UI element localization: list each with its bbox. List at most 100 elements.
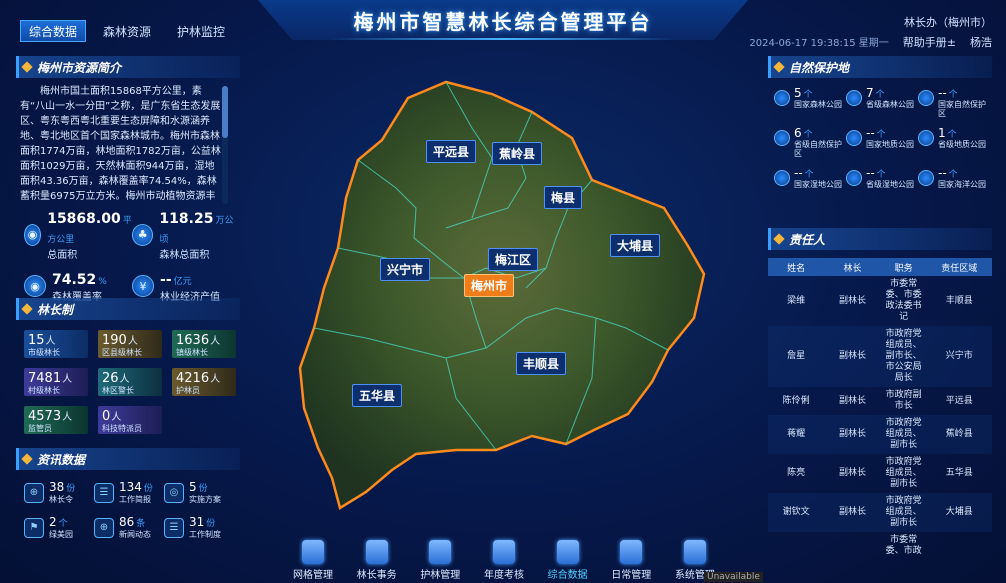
nature-item[interactable]: -- 个国家自然保护区: [918, 86, 990, 118]
page-title: 梅州市智慧林长综合管理平台: [353, 9, 653, 34]
table-row[interactable]: 詹星 副林长 市政府党组成员、副市长、市公安局局长 兴宁市: [768, 326, 992, 387]
county-label-xingning[interactable]: 兴宁市: [380, 258, 431, 281]
nature-item[interactable]: 1 个省级地质公园: [918, 126, 990, 158]
top-tabs: 综合数据 森林资源 护林监控: [20, 20, 234, 42]
chief-system-panel: 林长制 15人 市级林长 190人 区县级林长 1636人 镇级林长 7481人 村级林…: [16, 298, 240, 438]
county-label-jiaoling[interactable]: 蕉岭县: [492, 142, 543, 165]
cell-name: [768, 532, 824, 560]
chief-card[interactable]: 4573人 监管员: [24, 406, 88, 434]
cell-chief: 副林长: [824, 493, 881, 532]
panel-header: 梅州市资源简介: [16, 56, 240, 78]
nature-item[interactable]: 5 个国家森林公园: [774, 86, 846, 118]
city-map[interactable]: 平远县 蕉岭县 梅县 大埔县 梅江区 兴宁市 梅州市 丰顺县 五华县: [296, 78, 710, 512]
scrollbar-thumb[interactable]: [222, 86, 228, 138]
col-chief: 林长: [824, 258, 881, 276]
nature-item[interactable]: 7 个省级森林公园: [846, 86, 918, 118]
wetland-icon: [846, 170, 862, 186]
table-row[interactable]: 谢钦文 副林长 市政府党组成员、副市长 大埔县: [768, 493, 992, 532]
county-label-pingyuan[interactable]: 平远县: [426, 140, 477, 163]
header-user-area: 林长办（梅州市） 2024-06-17 19:38:15 星期一 帮助手册± 杨…: [749, 14, 992, 50]
chief-card[interactable]: 15人 市级林长: [24, 330, 88, 358]
nav-annual-assessment[interactable]: 年度考核: [475, 540, 533, 583]
county-label-wuhua[interactable]: 五华县: [352, 384, 403, 407]
county-label-meixian[interactable]: 梅县: [544, 186, 583, 209]
nature-unit: 个: [947, 130, 957, 140]
news-grid: ⊕ 38 份林长令 ☰ 134 份工作简报 ◎ 5 份实施方案 ⚑ 2 个绿美园 ⊕ 86 条新闻动…: [16, 480, 240, 540]
nature-value: --: [866, 166, 875, 180]
news-item[interactable]: ◎ 5 份实施方案: [164, 480, 234, 505]
table-row[interactable]: 市委常委、市政: [768, 532, 992, 560]
nature-item[interactable]: -- 个省级湿地公园: [846, 166, 918, 189]
tab-forest-monitoring[interactable]: 护林监控: [168, 20, 234, 42]
cell-name: 梁维: [787, 295, 806, 306]
news-label: 新闻动态: [119, 530, 151, 539]
chief-card[interactable]: 26人 林区警长: [98, 368, 162, 396]
stat-label: 总面积: [47, 250, 78, 261]
nature-item[interactable]: -- 个国家地质公园: [846, 126, 918, 158]
user-org[interactable]: 林长办（梅州市）: [749, 14, 992, 30]
table-row[interactable]: 梁维 副林长 市委常委、市委政法委书记 丰顺县: [768, 276, 992, 326]
county-label-dabu[interactable]: 大埔县: [610, 234, 661, 257]
stat-unit: %: [98, 277, 107, 287]
county-label-meijiang[interactable]: 梅江区: [488, 248, 539, 271]
cell-area: 兴宁市: [926, 326, 992, 387]
tab-overview[interactable]: 综合数据: [20, 20, 86, 42]
diamond-icon: [773, 61, 785, 73]
intro-scrollbar[interactable]: [222, 86, 228, 204]
cell-chief: 副林长: [838, 468, 866, 478]
news-item[interactable]: ☰ 134 份工作简报: [94, 480, 164, 505]
table-row[interactable]: 陈伶俐 副林长 市政府副市长 平远县: [768, 387, 992, 415]
shield-icon: [429, 540, 452, 564]
cell-area: 蕉岭县: [926, 415, 992, 454]
news-item[interactable]: ☰ 31 份工作制度: [164, 515, 234, 540]
news-value: 86: [119, 515, 135, 529]
chief-card[interactable]: 190人 区县级林长: [98, 330, 162, 358]
news-item[interactable]: ⊕ 38 份林长令: [24, 480, 94, 505]
city-label-meizhou[interactable]: 梅州市: [464, 274, 515, 297]
cell-duty: 市政府党组成员、副市长、市公安局局长: [880, 326, 927, 387]
county-label-fengshun[interactable]: 丰顺县: [516, 352, 567, 375]
card-label: 林区警长: [102, 386, 134, 395]
chief-card[interactable]: 4216人 护林员: [172, 368, 236, 396]
nav-grid-management[interactable]: 网格管理: [284, 540, 342, 583]
nav-forest-protection[interactable]: 护林管理: [411, 540, 469, 583]
nav-overview-data[interactable]: 综合数据: [539, 540, 597, 583]
title-bar: 梅州市智慧林长综合管理平台: [258, 0, 748, 40]
cell-chief: 副林长: [838, 295, 866, 306]
mountain-icon: [846, 130, 862, 146]
chief-card[interactable]: 0人 科技特派员: [98, 406, 162, 434]
table-row[interactable]: 蒋耀 副林长 市政府党组成员、副市长 蕉岭县: [768, 415, 992, 454]
cell-area: [927, 532, 992, 560]
stat-value: 15868.00: [47, 211, 121, 227]
tab-forest-resources[interactable]: 森林资源: [94, 20, 160, 42]
header: 梅州市智慧林长综合管理平台 综合数据 森林资源 护林监控 林长办（梅州市） 20…: [0, 0, 1006, 50]
news-label: 林长令: [49, 495, 73, 504]
cell-chief: 副林长: [838, 395, 866, 406]
news-unit: 个: [58, 519, 68, 529]
nature-item[interactable]: -- 个国家湿地公园: [774, 166, 846, 189]
table-row[interactable]: 陈亮 副林长 市政府党组成员、副市长 五华县: [768, 454, 992, 493]
card-value: 190: [102, 333, 127, 348]
nature-label: 国家海洋公园: [938, 180, 986, 189]
chief-card[interactable]: 1636人 镇级林长: [172, 330, 236, 358]
cell-duty: 市委常委、市委政法委书记: [885, 279, 922, 322]
cell-name: 陈亮: [787, 468, 806, 478]
help-manual-link[interactable]: 帮助手册±: [903, 34, 956, 50]
nature-unit: 个: [876, 170, 886, 180]
cell-duty: 市政府党组成员、副市长: [880, 415, 927, 454]
news-item[interactable]: ⊕ 86 条新闻动态: [94, 515, 164, 540]
username-dropdown[interactable]: 杨浩: [970, 34, 992, 50]
nature-item[interactable]: 6 个省级自然保护区: [774, 126, 846, 158]
nav-daily-management[interactable]: 日常管理: [602, 540, 660, 583]
nav-label: 综合数据: [547, 570, 588, 581]
stat-total-area: ◉ 15868.00 平方公里 总面积: [24, 208, 132, 261]
card-value: 26: [102, 371, 119, 386]
card-label: 监管员: [28, 424, 52, 433]
nature-item[interactable]: -- 个国家海洋公园: [918, 166, 990, 189]
cell-name: 蒋耀: [768, 415, 825, 454]
news-item[interactable]: ⚑ 2 个绿美园: [24, 515, 94, 540]
chief-card[interactable]: 7481人 村级林长: [24, 368, 88, 396]
nav-chief-affairs[interactable]: 林长事务: [348, 540, 406, 583]
col-name: 姓名: [768, 258, 825, 276]
nature-unit: 个: [875, 90, 885, 100]
